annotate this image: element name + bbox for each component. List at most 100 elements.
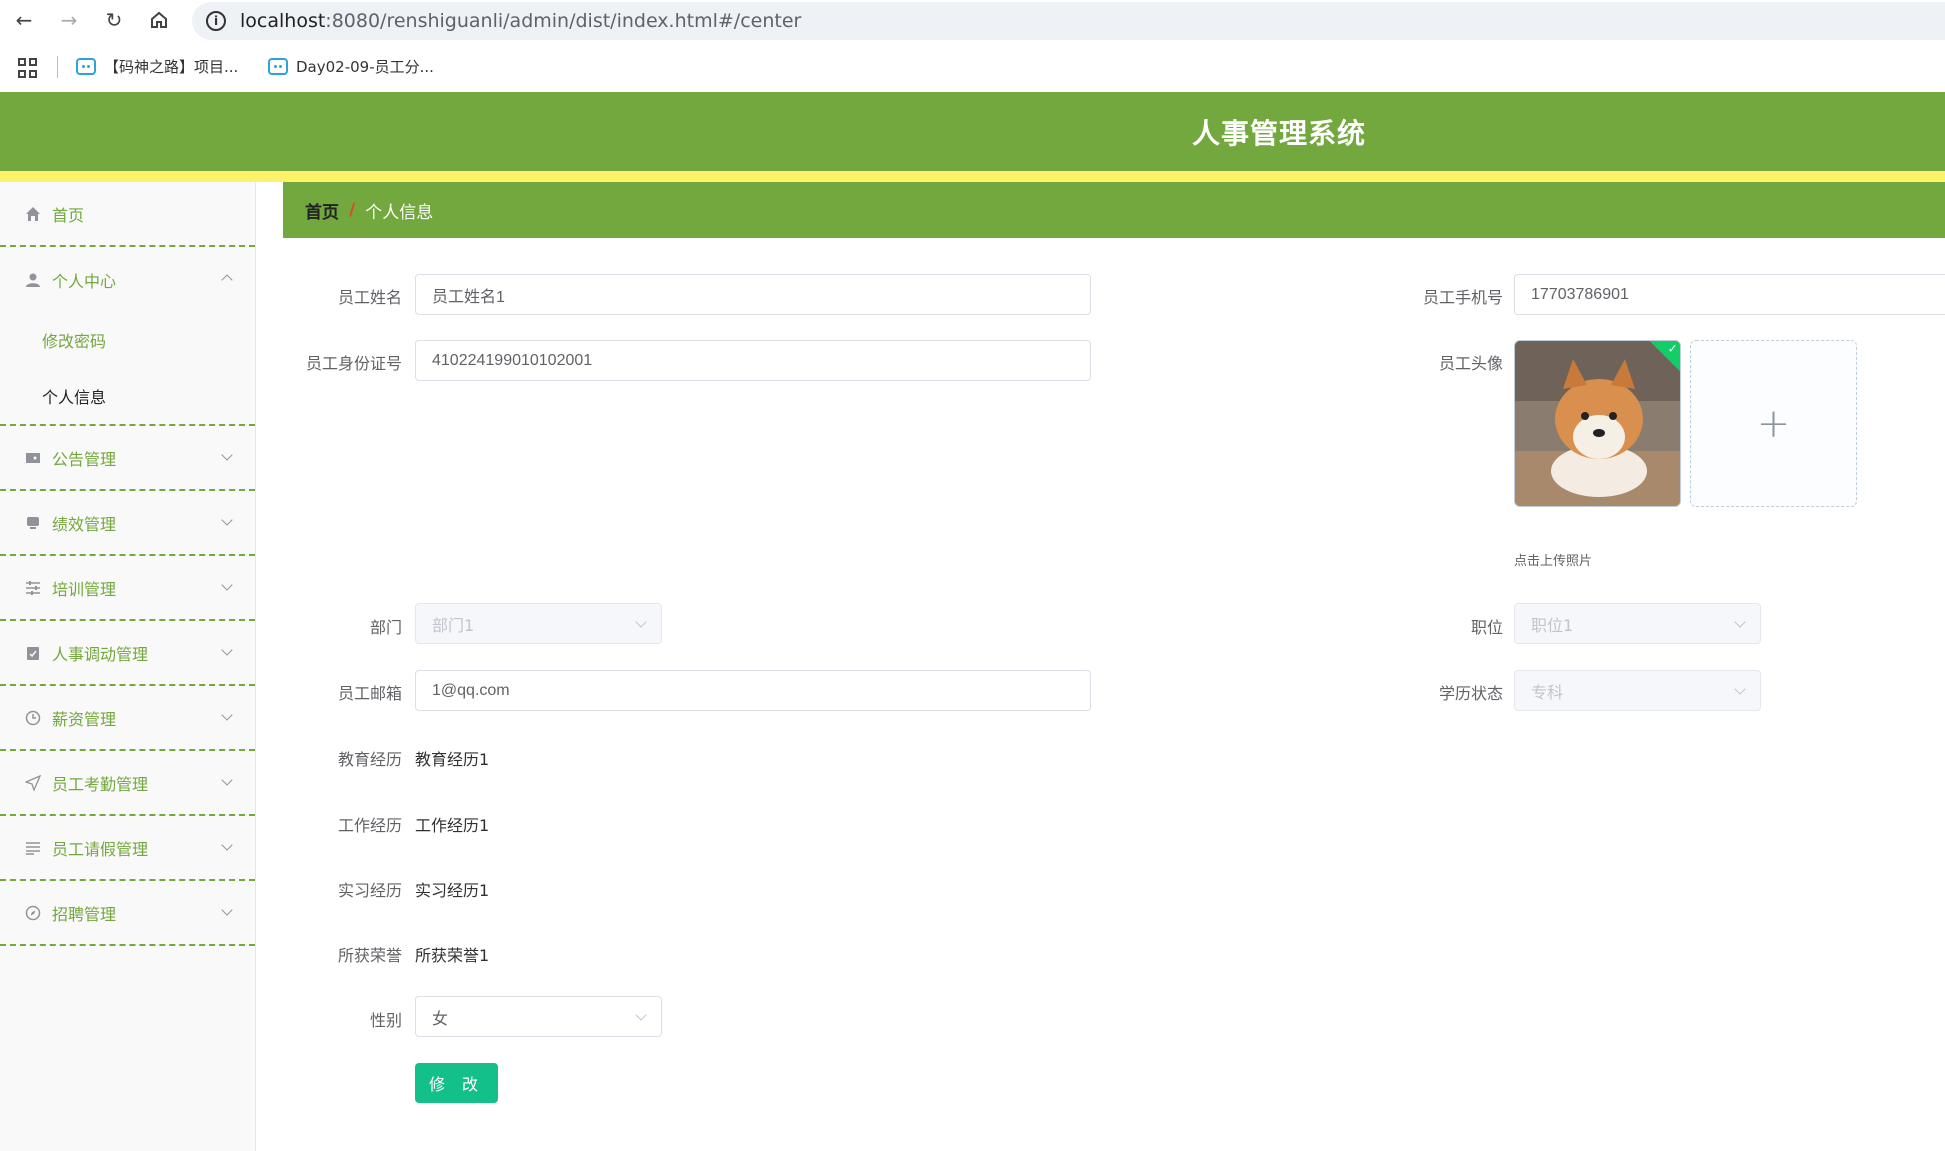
- phone-input[interactable]: 17703786901: [1514, 274, 1945, 315]
- sidebar-item-label: 绩效管理: [52, 514, 117, 534]
- sidebar-item-leave[interactable]: 员工请假管理: [0, 816, 255, 881]
- sidebar-item-salary[interactable]: 薪资管理: [0, 686, 255, 751]
- reload-icon[interactable]: ↻: [100, 6, 128, 34]
- education-status-label: 学历状态: [1438, 684, 1503, 703]
- chevron-up-icon: [221, 274, 233, 286]
- app-header: 人事管理系统: [0, 92, 1945, 171]
- position-label: 职位: [1470, 618, 1503, 637]
- position-value: 职位1: [1531, 615, 1574, 635]
- email-label: 员工邮箱: [337, 684, 402, 703]
- chevron-down-icon: [1734, 683, 1746, 695]
- url-text: localhost:8080/renshiguanli/admin/dist/i…: [240, 10, 802, 32]
- sidebar-item-label: 个人中心: [52, 271, 117, 291]
- breadcrumb: 首页 / 个人信息: [283, 182, 1945, 238]
- breadcrumb-separator: /: [349, 200, 356, 220]
- check-icon: ✓: [1667, 341, 1678, 356]
- chevron-down-icon: [221, 904, 233, 916]
- name-label: 员工姓名: [337, 288, 402, 307]
- clipboard-check-icon: [24, 644, 42, 662]
- browser-chrome: ← → ↻ i localhost:8080/renshiguanli/admi…: [0, 0, 1945, 92]
- sidebar-item-recruitment[interactable]: 招聘管理: [0, 881, 255, 946]
- address-bar[interactable]: i localhost:8080/renshiguanli/admin/dist…: [192, 2, 1945, 40]
- app-title: 人事管理系统: [1192, 117, 1367, 150]
- upload-button[interactable]: +: [1690, 340, 1857, 507]
- avatar-label: 员工头像: [1438, 354, 1503, 373]
- id-number-input[interactable]: 410224199010102001: [415, 340, 1091, 381]
- education-label: 教育经历: [337, 750, 402, 769]
- sidebar-subitem-profile[interactable]: 个人信息: [0, 368, 255, 424]
- sidebar-item-personal-center[interactable]: 个人中心: [0, 247, 255, 312]
- monitor-icon: [24, 514, 42, 532]
- chevron-down-icon: [221, 839, 233, 851]
- bookmark-separator: [57, 56, 58, 78]
- home-icon: [24, 205, 42, 223]
- sidebar-item-home[interactable]: 首页: [0, 182, 255, 247]
- sidebar-item-label: 员工考勤管理: [52, 774, 149, 794]
- chevron-down-icon: [635, 1009, 647, 1021]
- sidebar-item-performance[interactable]: 绩效管理: [0, 491, 255, 556]
- apps-grid-icon[interactable]: [18, 58, 38, 78]
- bookmark-1-label: 【码神之路】项目...: [104, 58, 239, 76]
- bookmarks-bar: 【码神之路】项目... Day02-09-员工分...: [0, 48, 1945, 88]
- home-browser-icon[interactable]: [145, 6, 173, 34]
- name-input[interactable]: 员工姓名1: [415, 274, 1091, 315]
- ticket-icon: [24, 449, 42, 467]
- position-select: 职位1: [1514, 603, 1761, 644]
- gender-value: 女: [432, 1008, 449, 1028]
- sidebar-item-label: 人事调动管理: [52, 644, 149, 664]
- chevron-down-icon: [221, 579, 233, 591]
- bookmark-1[interactable]: 【码神之路】项目...: [76, 56, 238, 77]
- sidebar-item-label: 招聘管理: [52, 904, 117, 924]
- sidebar-item-label: 公告管理: [52, 449, 117, 469]
- chevron-down-icon: [221, 514, 233, 526]
- gender-select[interactable]: 女: [415, 996, 662, 1037]
- avatar-image[interactable]: ✓: [1514, 340, 1681, 507]
- honors-label: 所获荣誉: [337, 946, 402, 965]
- chevron-down-icon: [221, 644, 233, 656]
- clock-icon: [24, 709, 42, 727]
- header-stripe: [0, 171, 1945, 182]
- sidebar-item-label: 薪资管理: [52, 709, 117, 729]
- sidebar-item-attendance[interactable]: 员工考勤管理: [0, 751, 255, 816]
- sidebar-item-label: 培训管理: [52, 579, 117, 599]
- user-icon: [24, 271, 42, 289]
- education-status-select: 专科: [1514, 670, 1761, 711]
- department-value: 部门1: [432, 615, 475, 635]
- sliders-icon: [24, 579, 42, 597]
- sidebar-item-announcements[interactable]: 公告管理: [0, 426, 255, 491]
- bilibili-icon: [268, 58, 288, 75]
- back-arrow-icon[interactable]: ←: [10, 6, 38, 34]
- work-label: 工作经历: [337, 816, 402, 835]
- site-info-icon[interactable]: i: [206, 11, 226, 31]
- department-label: 部门: [369, 618, 402, 637]
- internship-value: 实习经历1: [415, 881, 490, 900]
- gender-label: 性别: [369, 1011, 402, 1030]
- edit-button[interactable]: 修 改: [415, 1063, 498, 1103]
- upload-tip: 点击上传照片: [1514, 554, 1593, 569]
- email-input[interactable]: 1@qq.com: [415, 670, 1091, 711]
- plus-icon: +: [1756, 400, 1791, 447]
- sidebar: 首页 个人中心 修改密码 个人信息 公告管理 绩效管理 培训管理 人事调动管理 …: [0, 182, 256, 1151]
- sidebar-subitem-change-password[interactable]: 修改密码: [0, 312, 255, 368]
- chevron-down-icon: [221, 709, 233, 721]
- breadcrumb-current: 个人信息: [365, 202, 434, 223]
- id-number-label: 员工身份证号: [305, 354, 402, 373]
- list-icon: [24, 839, 42, 857]
- sidebar-item-transfers[interactable]: 人事调动管理: [0, 621, 255, 686]
- forward-arrow-icon[interactable]: →: [55, 6, 83, 34]
- bookmark-2[interactable]: Day02-09-员工分...: [268, 56, 434, 77]
- education-status-value: 专科: [1531, 682, 1564, 702]
- bilibili-icon: [76, 58, 96, 75]
- chevron-down-icon: [635, 616, 647, 628]
- phone-label: 员工手机号: [1422, 288, 1503, 307]
- chevron-down-icon: [221, 449, 233, 461]
- sidebar-item-label: 员工请假管理: [52, 839, 149, 859]
- personal-center-submenu: 修改密码 个人信息: [0, 312, 255, 426]
- chevron-down-icon: [1734, 616, 1746, 628]
- breadcrumb-home[interactable]: 首页: [305, 198, 339, 223]
- work-value: 工作经历1: [415, 816, 490, 835]
- department-select: 部门1: [415, 603, 662, 644]
- bookmark-2-label: Day02-09-员工分...: [296, 58, 434, 76]
- internship-label: 实习经历: [337, 881, 402, 900]
- sidebar-item-training[interactable]: 培训管理: [0, 556, 255, 621]
